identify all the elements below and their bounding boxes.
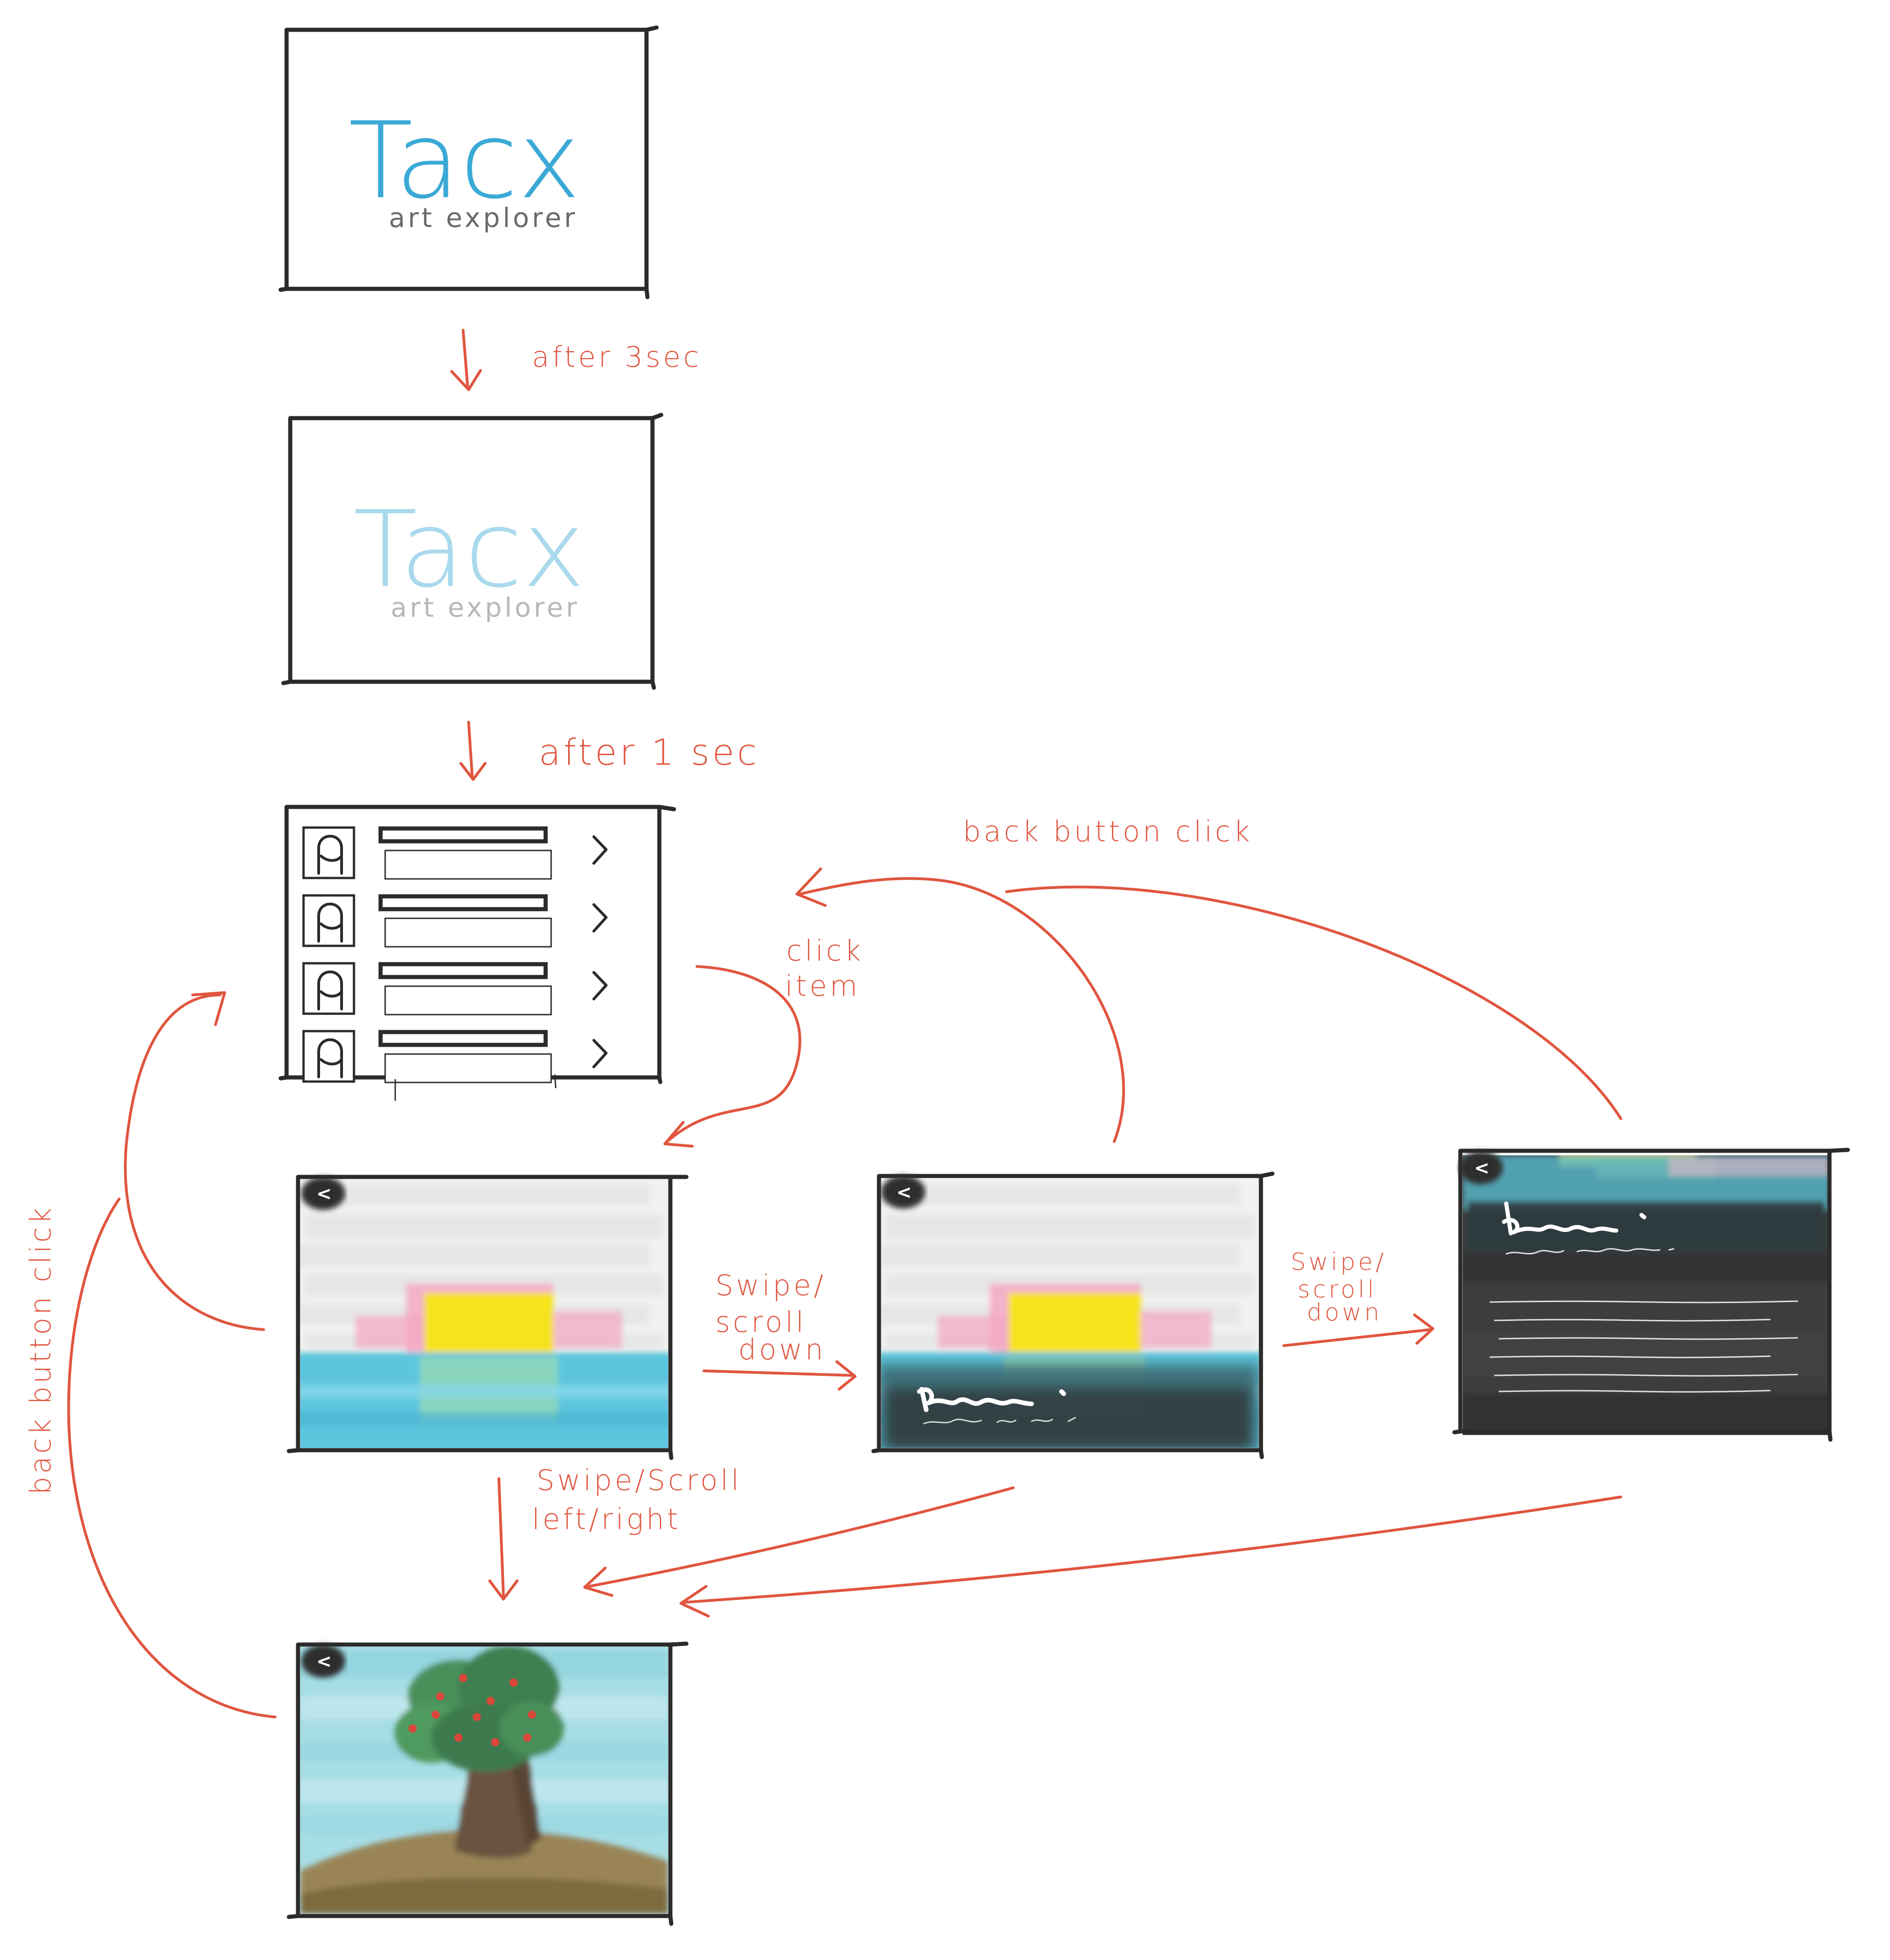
fruit [459, 1674, 467, 1682]
annotation-down: down [738, 1333, 826, 1366]
fruit [491, 1738, 499, 1746]
fruit [431, 1711, 440, 1719]
storyboard-canvas: Tacx art explorer after 3sec Tacx art ex… [24, 25, 1850, 1926]
person-icon [302, 894, 355, 947]
arrow-back-from-tree [67, 1198, 276, 1718]
annotation-swipe: Swipe/ [1291, 1248, 1387, 1276]
transition-after-3sec: after 3sec [450, 329, 702, 391]
back-icon: < [316, 1183, 332, 1204]
list-item-title-placeholder [378, 894, 548, 911]
fruit [473, 1713, 481, 1721]
transition-click-item: click item [663, 934, 864, 1148]
logo-subtitle: art explorer [389, 202, 578, 233]
fruit [528, 1711, 536, 1719]
fruit [486, 1697, 495, 1705]
list-item-title-placeholder [378, 962, 548, 979]
artwork-tree [300, 1647, 668, 1914]
annotation-left-right: left/right [532, 1502, 681, 1536]
person-icon [302, 1030, 355, 1083]
arrow-back-from-info [1005, 885, 1622, 1120]
arrow-shaft [1282, 1328, 1432, 1347]
annotation-click: click [786, 934, 864, 967]
fruit [436, 1692, 444, 1701]
fruit [454, 1734, 463, 1742]
arrow-back-from-detail [124, 994, 265, 1331]
arrow-shaft [702, 1369, 854, 1377]
transition-after-1sec: after 1 sec [459, 721, 759, 781]
detail-partial-screen: < [871, 1171, 1275, 1459]
annotation-after-3sec: after 3sec [532, 340, 702, 374]
artwork-sunset [300, 1179, 668, 1448]
splash-fade-screen: Tacx art explorer [281, 413, 663, 690]
fruit [523, 1734, 531, 1742]
arrow-click-item [666, 965, 801, 1143]
next-artwork-screen: < [287, 1641, 689, 1926]
annotation-after-1sec: after 1 sec [539, 732, 759, 773]
back-button[interactable]: < [301, 1645, 345, 1678]
arrow-from-detail [497, 1477, 505, 1597]
list-screen [278, 805, 676, 1101]
back-icon: < [1474, 1158, 1490, 1179]
detail-image-screen: < [287, 1175, 689, 1460]
arrow-back-from-partial [799, 877, 1125, 1143]
arrow-from-info [682, 1496, 1622, 1604]
fruit [409, 1724, 417, 1733]
arrow-shaft [467, 721, 474, 778]
arrow-shaft [462, 329, 469, 389]
detail-info-screen: < [1452, 1148, 1850, 1442]
annotation-back-button-click-left: back button click [24, 1205, 57, 1495]
annotation-back-button-click-top: back button click [963, 815, 1253, 848]
back-button[interactable]: < [1459, 1151, 1503, 1184]
list-item-subtitle-placeholder [384, 1053, 552, 1083]
list-item-subtitle-placeholder [384, 985, 552, 1016]
annotation-swipe-scroll: Swipe/Scroll [536, 1463, 742, 1497]
list-item-title-placeholder [378, 826, 548, 844]
transition-back-to-list-left: back button click [24, 991, 276, 1718]
person-icon [302, 962, 355, 1015]
person-icon [302, 826, 355, 879]
logo-subtitle-faded: art explorer [391, 592, 580, 623]
list-item-title-placeholder [378, 1030, 548, 1047]
arrow-head [796, 867, 827, 907]
fruit [509, 1678, 518, 1687]
list-item-subtitle-placeholder [384, 917, 552, 948]
artwork-sunset-with-info [881, 1179, 1259, 1448]
transition-swipe-down-1: Swipe/ scroll down [702, 1269, 857, 1391]
artwork-info-panel [1463, 1155, 1829, 1435]
transition-back-to-list-top: back button click [796, 815, 1622, 1143]
back-icon: < [896, 1182, 912, 1203]
back-button[interactable]: < [301, 1177, 345, 1210]
list-item-subtitle-placeholder [384, 850, 552, 880]
transition-swipe-left-right: Swipe/Scroll left/right [488, 1463, 1622, 1618]
annotation-item: item [785, 969, 860, 1003]
annotation-swipe: Swipe/ [715, 1269, 826, 1302]
splash-screen: Tacx art explorer [278, 25, 659, 299]
back-button[interactable]: < [881, 1176, 925, 1209]
back-icon: < [316, 1651, 332, 1672]
annotation-down: down [1307, 1299, 1382, 1326]
transition-swipe-down-2: Swipe/ scroll down [1282, 1248, 1434, 1347]
